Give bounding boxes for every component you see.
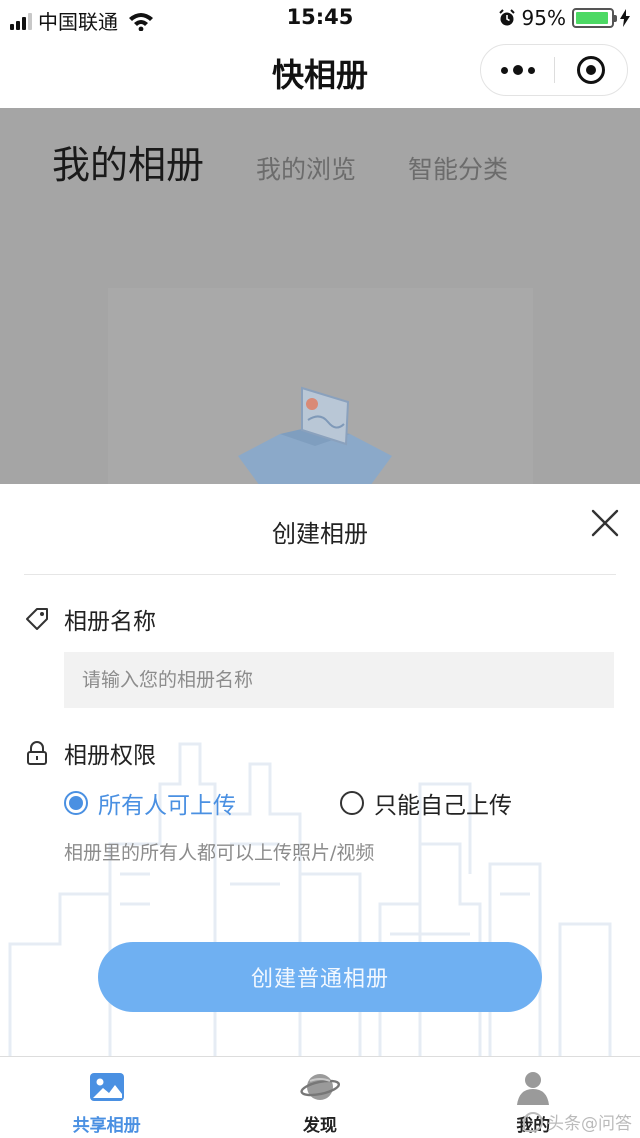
empty-box-illustration	[238, 386, 392, 484]
target-icon	[576, 56, 605, 84]
close-icon[interactable]	[590, 508, 620, 538]
album-tabs: 我的相册 我的浏览 智能分类	[52, 134, 508, 189]
more-dot-icon	[512, 65, 523, 75]
more-dot-icon	[527, 66, 535, 74]
tab-my-browsing[interactable]: 我的浏览	[256, 150, 356, 186]
image-icon	[89, 1073, 124, 1101]
album-permission-label-text: 相册权限	[64, 743, 156, 769]
more-dot-icon	[500, 66, 508, 74]
more-menu-button[interactable]	[481, 45, 554, 95]
sheet-title: 创建相册	[272, 520, 368, 548]
status-bar: 中国联通 15:45 95%	[0, 0, 640, 36]
permission-hint: 相册里的所有人都可以上传照片/视频	[64, 842, 375, 864]
tab-label: 发现	[302, 1116, 337, 1136]
background-overlay[interactable]: 我的相册 我的浏览 智能分类	[0, 108, 640, 484]
tab-discover[interactable]: 发现	[213, 1057, 426, 1138]
alarm-icon	[498, 9, 515, 26]
battery-percent: 95%	[521, 6, 566, 30]
radio-only-me-label: 只能自己上传	[374, 793, 512, 819]
radio-everyone-can-upload[interactable]: 所有人可上传	[64, 786, 236, 820]
watermark: 头条@问答	[523, 1109, 632, 1134]
nav-bar: 快相册	[0, 36, 640, 108]
bottom-tab-bar: 共享相册 发现 我的 头条@问答	[0, 1056, 640, 1138]
album-permission-label: 相册权限	[24, 736, 156, 770]
tag-icon	[26, 608, 48, 630]
status-right: 95%	[498, 6, 630, 30]
mini-program-capsule	[480, 44, 628, 96]
radio-checked-icon	[64, 791, 88, 815]
lock-icon	[27, 741, 47, 765]
close-mini-program-button[interactable]	[555, 45, 627, 95]
tab-my-albums[interactable]: 我的相册	[52, 134, 204, 189]
album-name-label-text: 相册名称	[64, 609, 156, 635]
watermark-logo-icon	[523, 1111, 543, 1132]
tab-label: 共享相册	[72, 1116, 141, 1136]
radio-everyone-label: 所有人可上传	[98, 793, 236, 819]
album-name-label: 相册名称	[24, 602, 156, 636]
album-name-input[interactable]	[64, 652, 614, 708]
radio-unchecked-icon	[340, 791, 364, 815]
user-icon	[517, 1072, 550, 1105]
tab-smart-categories[interactable]: 智能分类	[408, 150, 508, 186]
charging-icon	[620, 9, 630, 27]
watermark-text: 头条@问答	[547, 1114, 632, 1134]
tab-shared-albums[interactable]: 共享相册	[0, 1057, 213, 1138]
create-album-button[interactable]: 创建普通相册	[98, 942, 542, 1012]
planet-icon	[300, 1074, 340, 1100]
battery-icon	[572, 8, 617, 28]
radio-only-me-upload[interactable]: 只能自己上传	[340, 786, 512, 820]
create-album-sheet: 创建相册 相册名称 相册权限 所有人可上传 只能自己上传 相册里的所有人都可以上…	[0, 484, 640, 1056]
sheet-divider	[24, 574, 616, 575]
